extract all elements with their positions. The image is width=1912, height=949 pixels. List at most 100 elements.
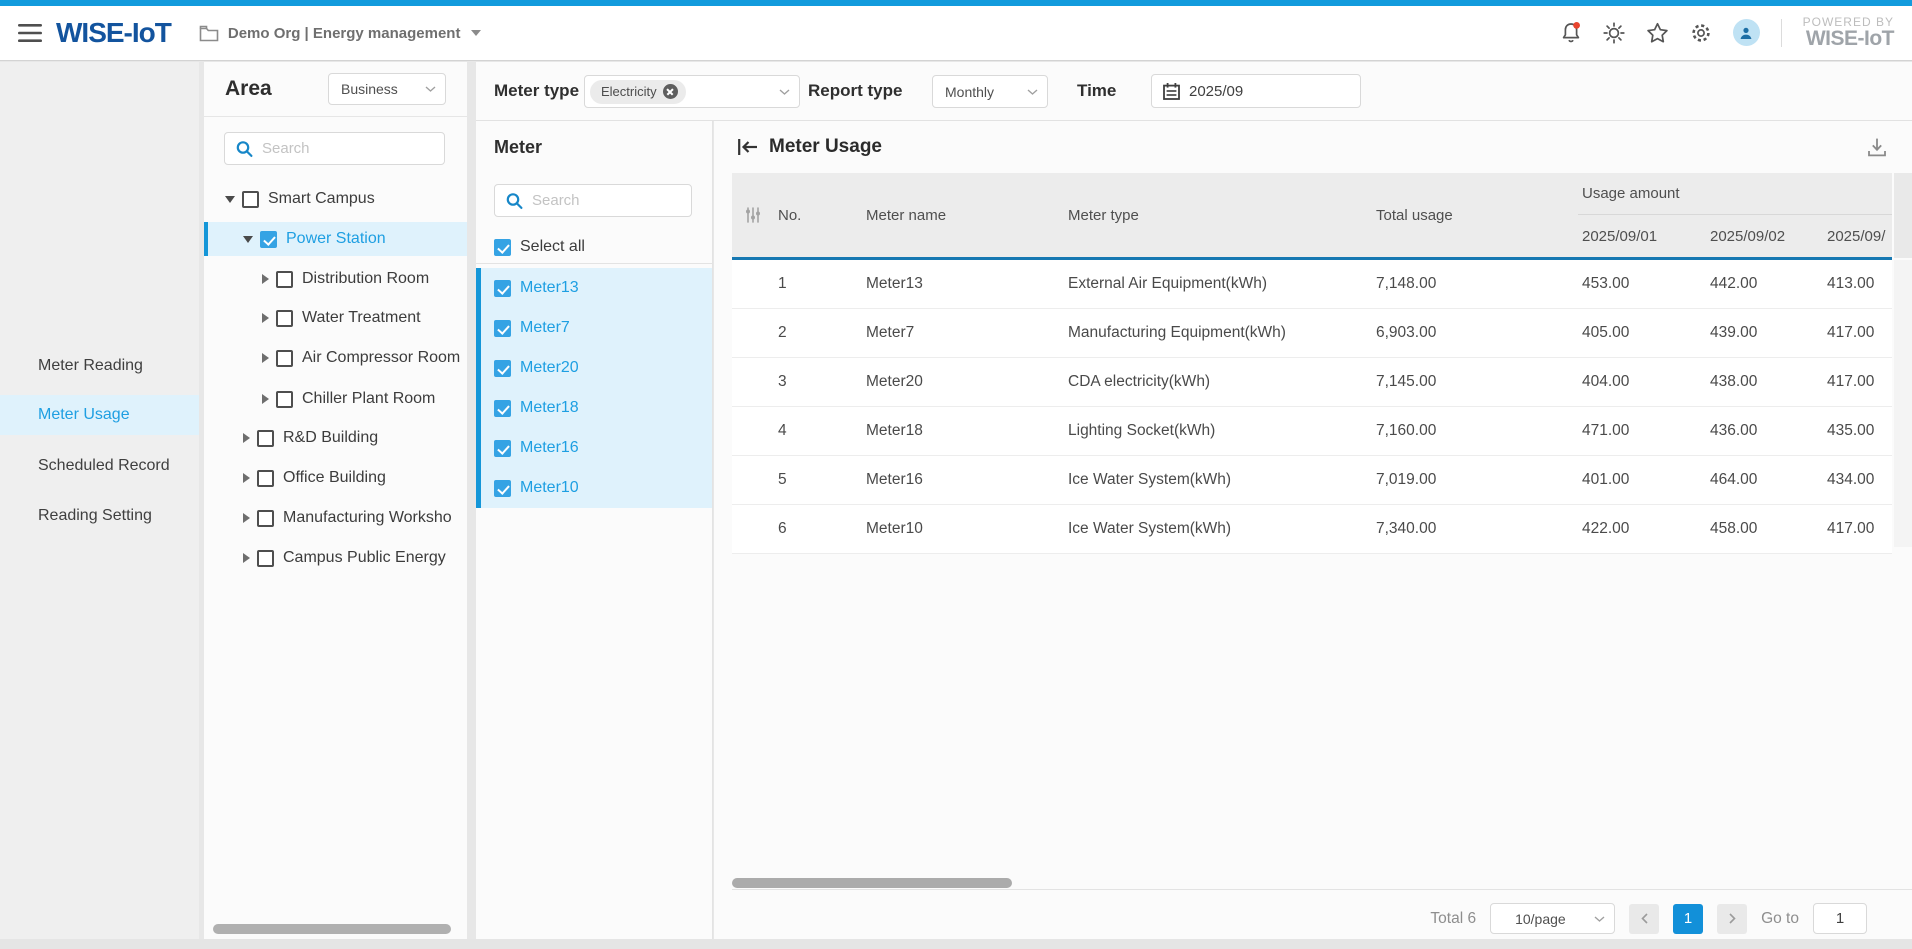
tree-item-smart-campus[interactable]: Smart Campus <box>204 182 467 216</box>
tree-item-distribution-room[interactable]: Distribution Room <box>204 262 467 296</box>
tree-expand-icon[interactable] <box>243 236 253 243</box>
table-row: 3 Meter20 CDA electricity(kWh) 7,145.00 … <box>732 358 1892 407</box>
cell-usage-d3: 413.00 <box>1823 260 1892 308</box>
sidebar-item-scheduled-record[interactable]: Scheduled Record <box>0 446 199 486</box>
horizontal-scrollbar-thumb[interactable] <box>213 924 451 934</box>
meter-search-input[interactable] <box>494 184 692 217</box>
area-scope-select[interactable]: Business <box>328 73 446 105</box>
goto-page-input[interactable] <box>1813 903 1867 934</box>
meter-item-meter16[interactable]: Meter16 <box>481 428 712 468</box>
user-avatar[interactable] <box>1733 19 1760 46</box>
meter-item-meter20[interactable]: Meter20 <box>481 348 712 388</box>
tree-expand-icon[interactable] <box>243 473 250 483</box>
meter-item-meter7[interactable]: Meter7 <box>481 308 712 348</box>
tree-item-rd-building[interactable]: R&D Building <box>204 421 467 455</box>
tree-checkbox[interactable] <box>276 271 293 288</box>
area-search-input[interactable] <box>224 132 445 165</box>
sidebar-item-meter-reading[interactable]: Meter Reading <box>0 346 199 386</box>
tree-item-air-compressor-room[interactable]: Air Compressor Room <box>204 341 467 375</box>
tree-expand-icon[interactable] <box>243 513 250 523</box>
remove-tag-icon[interactable] <box>663 84 678 99</box>
sidebar-item-meter-usage[interactable]: Meter Usage <box>0 395 199 435</box>
tree-expand-icon[interactable] <box>243 553 250 563</box>
tree-item-manufacturing-workshop[interactable]: Manufacturing Worksho <box>204 501 467 535</box>
column-settings-button[interactable] <box>732 173 774 257</box>
tree-item-power-station[interactable]: Power Station <box>204 222 467 256</box>
tree-checkbox[interactable] <box>257 510 274 527</box>
sidebar-item-reading-setting[interactable]: Reading Setting <box>0 496 199 536</box>
tree-expand-icon[interactable] <box>243 433 250 443</box>
meter-checkbox[interactable] <box>494 440 511 457</box>
select-all-meters[interactable]: Select all <box>494 233 585 261</box>
tree-item-office-building[interactable]: Office Building <box>204 461 467 495</box>
meter-checkbox[interactable] <box>494 480 511 497</box>
org-breadcrumb-label: Demo Org | Energy management <box>228 25 461 42</box>
next-page-button[interactable] <box>1717 904 1747 934</box>
column-header-total-usage: Total usage <box>1372 173 1578 257</box>
cell-meter-type: CDA electricity(kWh) <box>1064 358 1372 406</box>
meter-type-select[interactable]: Electricity <box>584 75 800 108</box>
meter-checkbox[interactable] <box>494 400 511 417</box>
hamburger-icon <box>18 24 42 42</box>
page-number-1[interactable]: 1 <box>1673 904 1703 934</box>
tree-checkbox[interactable] <box>257 430 274 447</box>
filter-bar: Meter type Electricity Report type Month… <box>476 62 1912 121</box>
tree-item-water-treatment[interactable]: Water Treatment <box>204 301 467 335</box>
org-breadcrumb[interactable]: Demo Org | Energy management <box>199 25 482 42</box>
cell-meter-name: Meter16 <box>862 456 1064 504</box>
settings-button[interactable] <box>1690 22 1712 44</box>
select-all-checkbox[interactable] <box>494 239 511 256</box>
tree-checkbox[interactable] <box>257 550 274 567</box>
meter-checkbox[interactable] <box>494 280 511 297</box>
tree-checkbox[interactable] <box>260 231 277 248</box>
meter-list: Meter13 Meter7 Meter20 Meter18 Meter16 M… <box>476 268 712 508</box>
bell-icon <box>1560 21 1582 44</box>
previous-page-button[interactable] <box>1629 904 1659 934</box>
cell-no: 4 <box>774 407 862 455</box>
cell-usage-d3: 417.00 <box>1823 309 1892 357</box>
meter-item-meter18[interactable]: Meter18 <box>481 388 712 428</box>
cell-usage-d1: 404.00 <box>1578 358 1706 406</box>
notifications-button[interactable] <box>1560 21 1582 44</box>
tree-expand-icon[interactable] <box>262 274 269 284</box>
powered-by-brand: WISE-IoT <box>1803 28 1894 50</box>
meter-item-meter10[interactable]: Meter10 <box>481 468 712 508</box>
meter-checkbox[interactable] <box>494 360 511 377</box>
horizontal-scrollbar-thumb[interactable] <box>732 878 1012 888</box>
column-header-date-2: 2025/09/02 <box>1706 215 1823 257</box>
tree-checkbox[interactable] <box>276 391 293 408</box>
cell-no: 1 <box>774 260 862 308</box>
cell-usage-d3: 417.00 <box>1823 505 1892 553</box>
download-button[interactable] <box>1866 136 1888 158</box>
table-row: 4 Meter18 Lighting Socket(kWh) 7,160.00 … <box>732 407 1892 456</box>
tree-item-campus-public-energy[interactable]: Campus Public Energy <box>204 541 467 575</box>
chevron-down-icon <box>1594 916 1605 922</box>
hamburger-menu-button[interactable] <box>18 24 42 42</box>
area-title: Area <box>225 77 272 101</box>
cell-usage-d3: 435.00 <box>1823 407 1892 455</box>
tree-expand-icon[interactable] <box>225 196 235 203</box>
tree-checkbox[interactable] <box>276 310 293 327</box>
cell-usage-d1: 471.00 <box>1578 407 1706 455</box>
tree-checkbox[interactable] <box>257 470 274 487</box>
meter-type-tag: Electricity <box>590 80 686 104</box>
pagination-total: Total 6 <box>1430 910 1476 928</box>
time-input[interactable]: 2025/09 <box>1151 74 1361 108</box>
meter-checkbox[interactable] <box>494 320 511 337</box>
search-icon <box>236 140 253 157</box>
portal-button[interactable] <box>1603 22 1625 44</box>
favorites-button[interactable] <box>1646 22 1669 44</box>
collapse-panel-button[interactable] <box>737 138 759 156</box>
tree-checkbox[interactable] <box>276 350 293 367</box>
tree-expand-icon[interactable] <box>262 394 269 404</box>
tree-item-chiller-plant-room[interactable]: Chiller Plant Room <box>204 382 467 416</box>
header-actions: POWERED BY WISE-IoT <box>1560 16 1894 51</box>
meter-item-meter13[interactable]: Meter13 <box>481 268 712 308</box>
cell-meter-name: Meter10 <box>862 505 1064 553</box>
report-type-select[interactable]: Monthly <box>932 75 1048 108</box>
tree-expand-icon[interactable] <box>262 313 269 323</box>
tree-expand-icon[interactable] <box>262 353 269 363</box>
page-size-select[interactable]: 10/page <box>1490 903 1615 934</box>
tree-checkbox[interactable] <box>242 191 259 208</box>
chevron-right-icon <box>1729 913 1736 924</box>
